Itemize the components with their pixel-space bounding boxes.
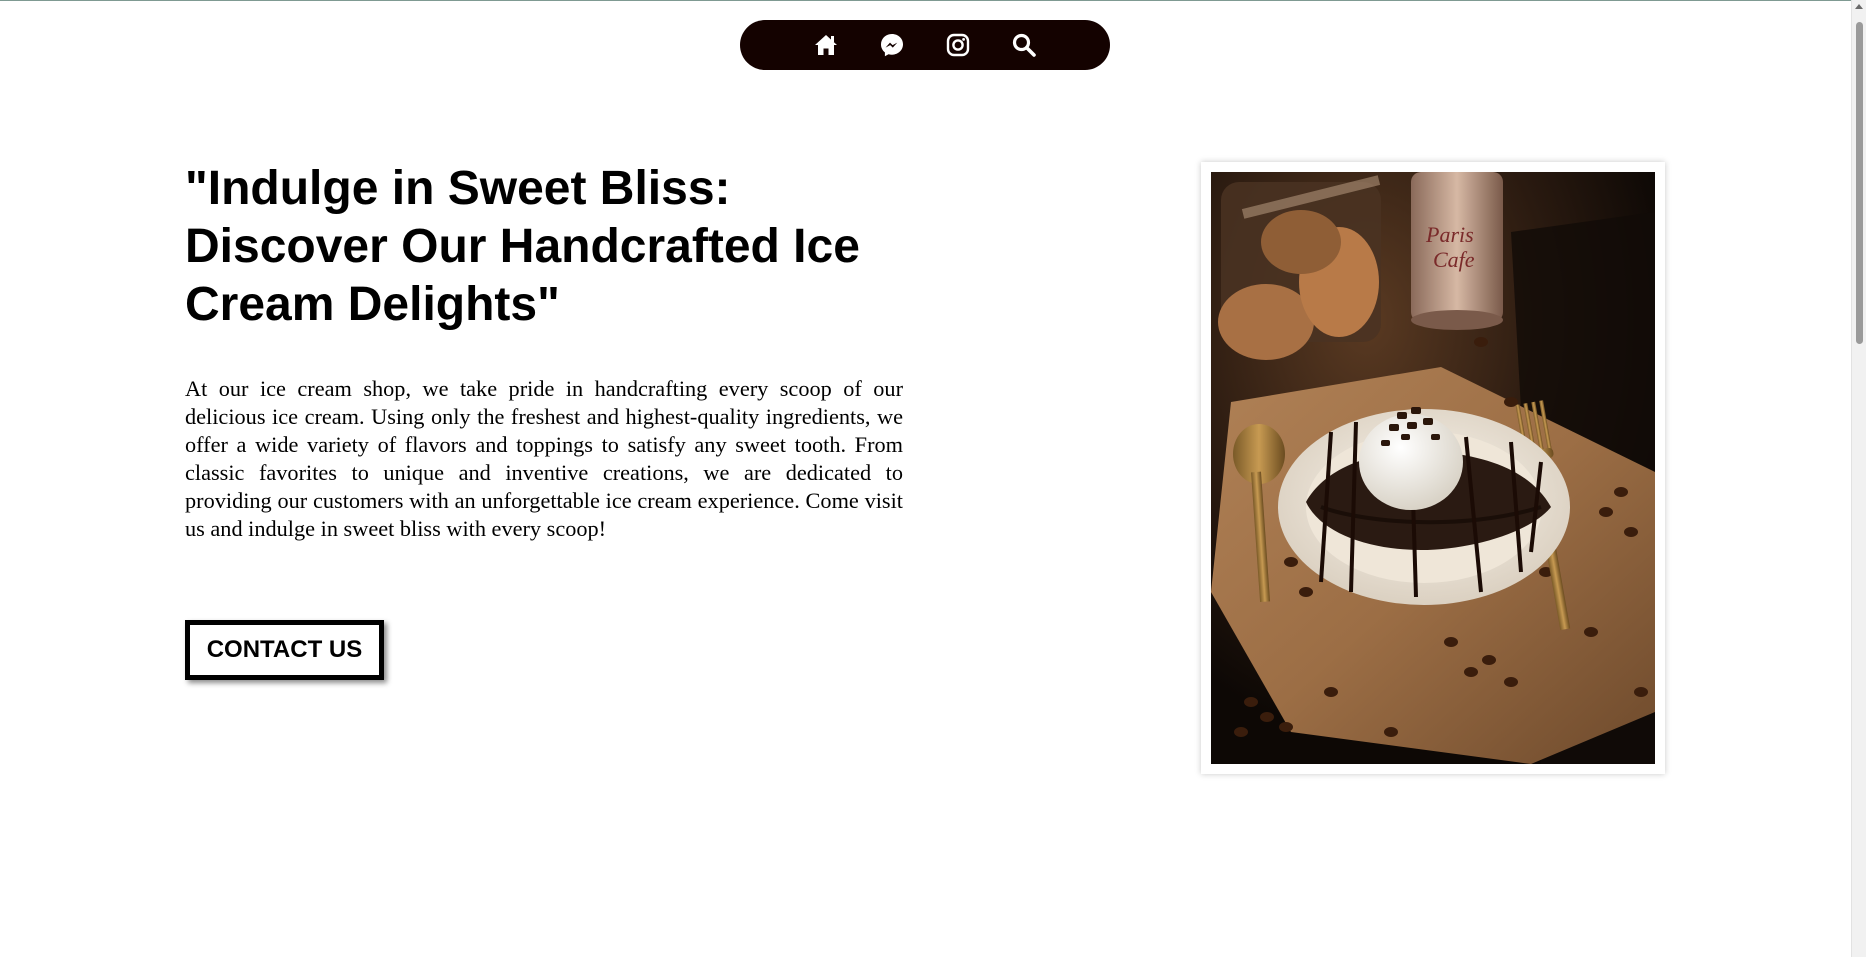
messenger-icon: [881, 34, 903, 57]
home-icon: [815, 35, 837, 55]
svg-text:Cafe: Cafe: [1433, 247, 1475, 272]
search-icon: [1012, 33, 1036, 57]
scrollbar-thumb[interactable]: [1856, 22, 1863, 344]
hero-description: At our ice cream shop, we take pride in …: [185, 376, 903, 541]
nav-search[interactable]: [1011, 32, 1037, 58]
top-border: [0, 0, 1866, 1]
nav-instagram[interactable]: [945, 32, 971, 58]
scroll-up-arrow-icon[interactable]: [1855, 4, 1863, 9]
hero-title: "Indulge in Sweet Bliss: Discover Our Ha…: [185, 162, 860, 331]
nav-home[interactable]: [813, 32, 839, 58]
hero-photo-frame: Paris Cafe: [1201, 162, 1665, 774]
contact-us-button[interactable]: CONTACT US: [185, 620, 384, 680]
instagram-icon: [946, 33, 970, 57]
nav-bar: [740, 20, 1110, 70]
page-scrollbar[interactable]: [1851, 0, 1866, 957]
svg-text:Paris: Paris: [1425, 222, 1474, 247]
ice-cream-photo: Paris Cafe: [1211, 172, 1655, 764]
nav-messenger[interactable]: [879, 32, 905, 58]
